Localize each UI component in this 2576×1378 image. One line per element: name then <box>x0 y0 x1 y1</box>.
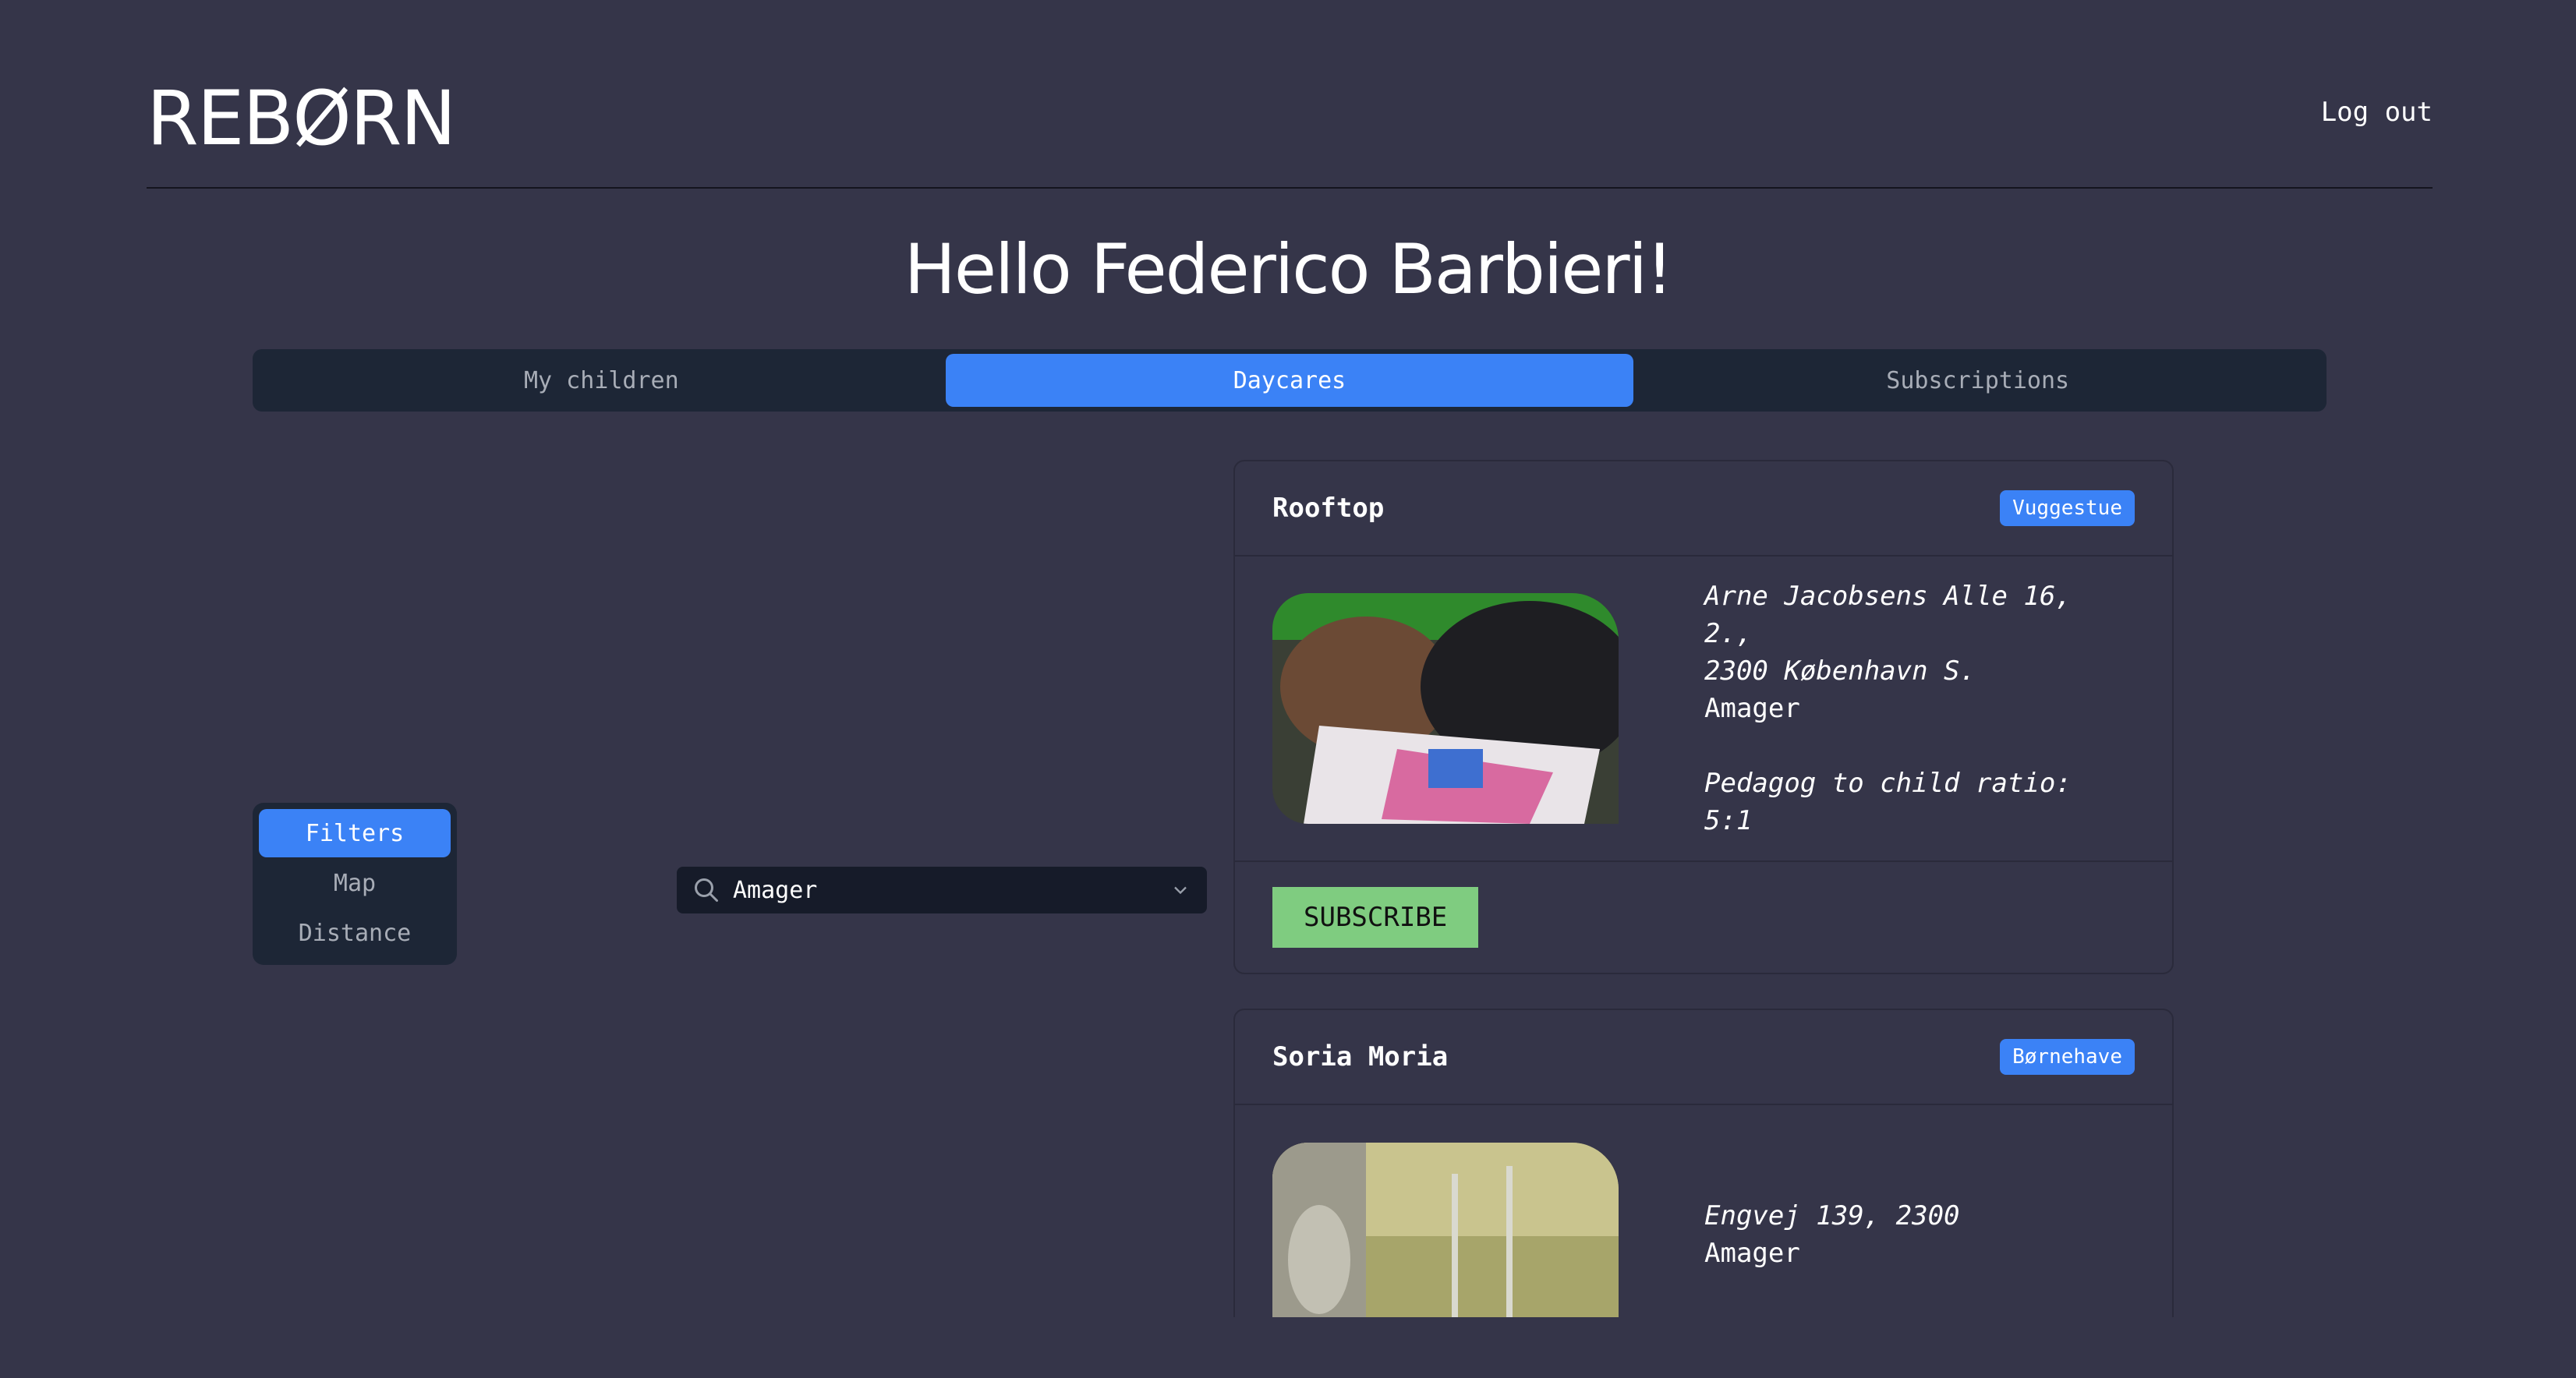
daycare-card: Rooftop Vuggestue Arne Jacobsens Alle 16… <box>1233 460 2174 974</box>
search-icon <box>695 878 718 902</box>
daycare-photo <box>1272 593 1619 824</box>
main-tabs: My children Daycares Subscriptions <box>253 349 2327 412</box>
card-header: Soria Moria Børnehave <box>1235 1010 2172 1105</box>
ratio-text: Pedagog to child ratio: 5:1 <box>1704 768 2072 836</box>
card-header: Rooftop Vuggestue <box>1235 461 2172 556</box>
tab-my-children[interactable]: My children <box>257 354 946 407</box>
address-line: 2300 København S. <box>1704 655 1976 687</box>
card-body: Arne Jacobsens Alle 16, 2., 2300 Københa… <box>1235 556 2172 862</box>
side-menu: Filters Map Distance <box>253 803 457 965</box>
daycare-type-badge: Børnehave <box>2000 1039 2135 1075</box>
daycare-name[interactable]: Rooftop <box>1272 493 1384 524</box>
address-line: Arne Jacobsens Alle 16, 2., <box>1704 581 2072 649</box>
tab-subscriptions[interactable]: Subscriptions <box>1633 354 2322 407</box>
area-search[interactable] <box>677 867 1207 913</box>
daycare-info: Engvej 139, 2300 Amager <box>1704 1197 1960 1272</box>
daycare-type-badge: Vuggestue <box>2000 490 2135 526</box>
address-line: Engvej 139, 2300 <box>1704 1200 1960 1231</box>
side-item-filters[interactable]: Filters <box>259 809 451 857</box>
area-name: Amager <box>1704 1238 1800 1269</box>
daycare-card: Soria Moria Børnehave Engvej 139, 2300 A… <box>1233 1009 2174 1317</box>
daycare-photo <box>1272 1143 1619 1317</box>
daycare-list[interactable]: Rooftop Vuggestue Arne Jacobsens Alle 16… <box>1233 460 2174 1317</box>
daycare-name[interactable]: Soria Moria <box>1272 1041 1448 1072</box>
side-item-map[interactable]: Map <box>259 859 451 907</box>
card-body: Engvej 139, 2300 Amager <box>1235 1105 2172 1317</box>
logout-link[interactable]: Log out <box>2321 97 2433 128</box>
card-footer: SUBSCRIBE <box>1235 862 2172 973</box>
side-item-distance[interactable]: Distance <box>259 909 451 957</box>
page-title: Hello Federico Barbieri! <box>904 229 1674 309</box>
search-input[interactable] <box>731 875 1169 905</box>
tab-daycares[interactable]: Daycares <box>945 354 1634 407</box>
header: REBØRN Log out <box>147 75 2433 189</box>
subscribe-button[interactable]: SUBSCRIBE <box>1272 887 1479 948</box>
logo[interactable]: REBØRN <box>147 75 456 162</box>
chevron-down-icon[interactable] <box>1169 879 1191 901</box>
area-name: Amager <box>1704 693 1800 724</box>
daycare-info: Arne Jacobsens Alle 16, 2., 2300 Københa… <box>1704 578 2135 839</box>
